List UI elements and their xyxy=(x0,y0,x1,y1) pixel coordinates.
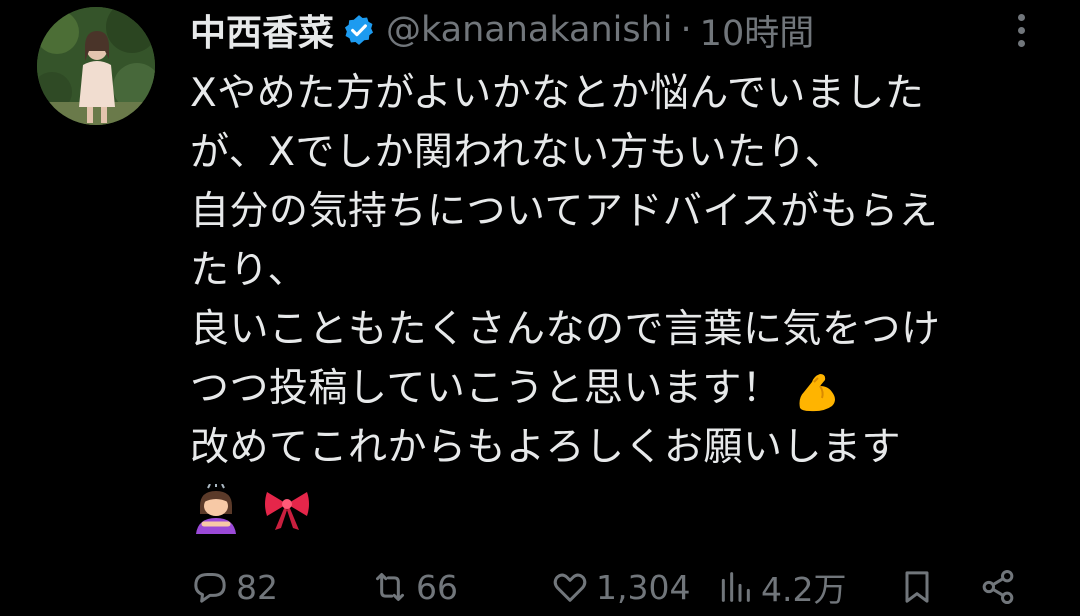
tweet-text: Xやめた方がよいかなとか悩んでいました が、Xでしか関われない方もいたり、 自分… xyxy=(190,64,1050,536)
reply-button[interactable]: 82 xyxy=(190,558,278,616)
bookmark-icon xyxy=(905,571,929,603)
like-count: 1,304 xyxy=(596,567,691,607)
tweet-line: たり、 xyxy=(190,248,307,293)
action-bar: 82 66 1,304 4.2万 xyxy=(0,558,1080,616)
emoji-line xyxy=(190,477,1050,536)
tweet-line-with-emoji: つつ投稿していこうと思います！ xyxy=(190,359,1050,418)
like-button[interactable]: 1,304 xyxy=(550,558,690,616)
avatar-photo xyxy=(37,7,155,125)
share-icon xyxy=(982,570,1014,604)
dot xyxy=(1017,26,1025,34)
share-button[interactable] xyxy=(978,558,1018,616)
bookmark-button[interactable] xyxy=(897,558,937,616)
timestamp[interactable]: 10時間 xyxy=(700,5,815,56)
tweet-line: が、Xでしか関われない方もいたり、 xyxy=(190,130,845,175)
person-bowing-icon xyxy=(196,483,236,534)
more-options-icon[interactable] xyxy=(1003,12,1039,48)
tweet-line: Xやめた方がよいかなとか悩んでいました xyxy=(190,71,925,116)
verified-badge-icon xyxy=(344,15,374,45)
dot xyxy=(1017,39,1025,47)
retweet-button[interactable]: 66 xyxy=(370,558,458,616)
avatar[interactable] xyxy=(37,7,155,125)
views-button[interactable]: 4.2万 xyxy=(715,558,846,616)
tweet-line: 良いこともたくさんなので言葉に気をつけ xyxy=(190,307,941,352)
analytics-icon xyxy=(721,572,750,602)
flexed-biceps-icon xyxy=(799,373,836,411)
dot xyxy=(1017,13,1025,21)
separator-dot: · xyxy=(680,10,692,50)
reply-count: 82 xyxy=(236,567,278,607)
heart-icon xyxy=(553,573,587,602)
reply-icon xyxy=(194,573,226,603)
handle[interactable]: @kananakanishi xyxy=(386,10,673,50)
display-name[interactable]: 中西香菜 xyxy=(190,4,334,56)
view-count: 4.2万 xyxy=(761,570,847,609)
tweet-line: つつ投稿していこうと思います！ xyxy=(190,366,782,411)
retweet-icon xyxy=(376,573,404,601)
tweet-line: 自分の気持ちについてアドバイスがもらえ xyxy=(190,189,939,234)
tweet-header: 中西香菜 @kananakanishi · 10時間 xyxy=(190,4,814,56)
tweet-line: 改めてこれからもよろしくお願いします xyxy=(190,425,902,470)
ribbon-icon xyxy=(264,491,309,530)
retweet-count: 66 xyxy=(416,567,458,607)
